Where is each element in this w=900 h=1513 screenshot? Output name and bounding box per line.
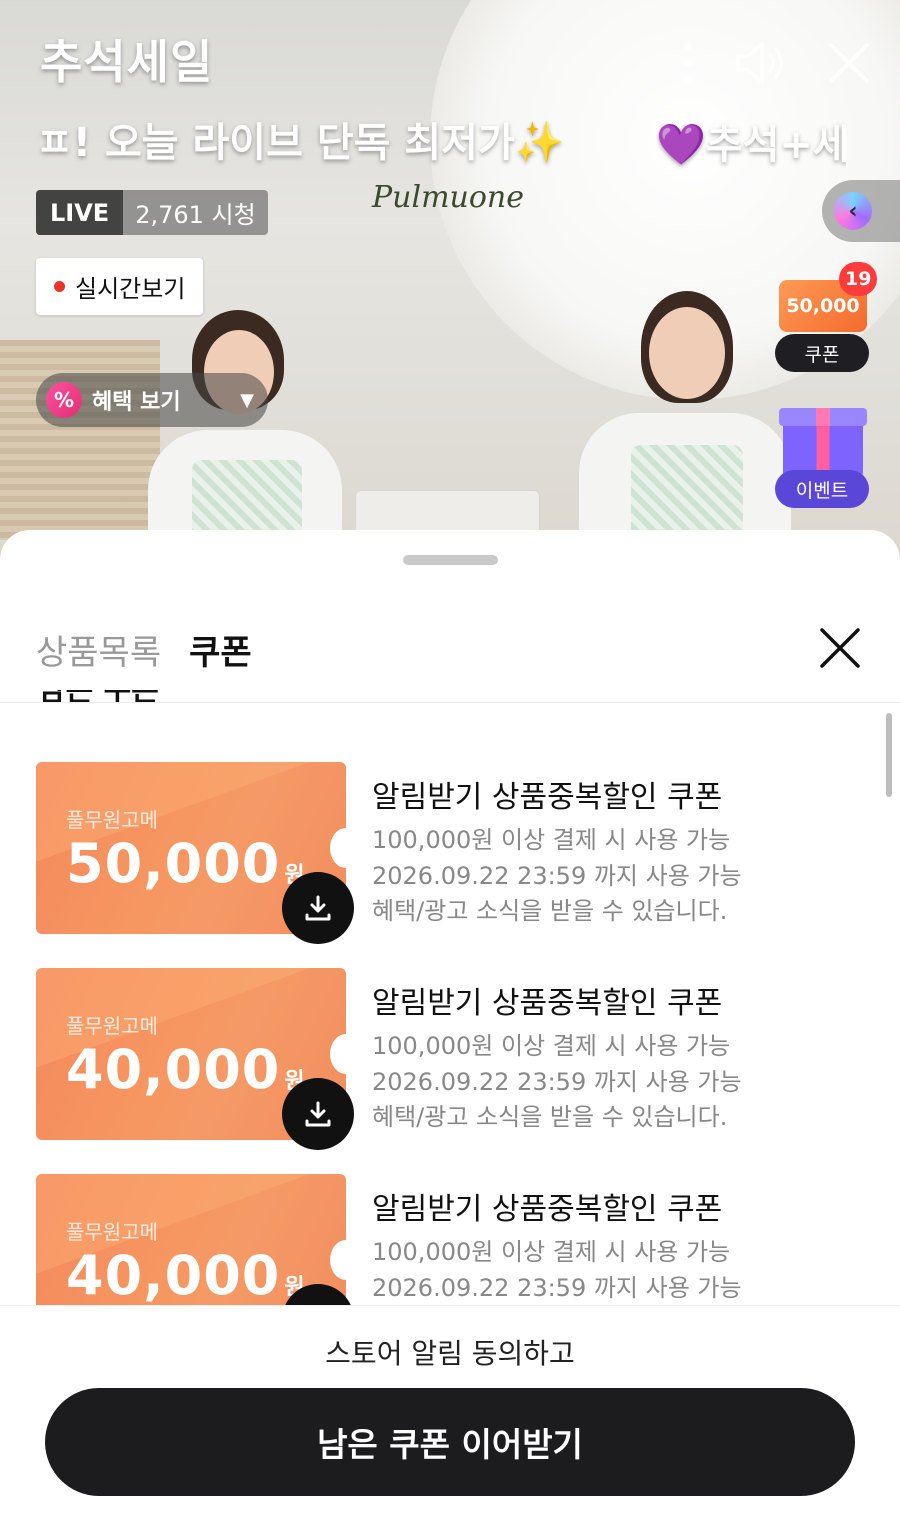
tab-divider [0,702,900,703]
benefit-view-button[interactable]: % 혜택 보기 ▼ [36,373,268,427]
gift-icon [779,408,867,478]
download-icon[interactable] [282,872,354,944]
tab-product-list[interactable]: 상품목록 [36,625,161,674]
event-widget[interactable]: 이벤트 [775,408,870,510]
event-title: 추석세일 [40,35,214,89]
side-panel-toggle[interactable]: ‹ [822,180,900,242]
coupon-item: 풀무원고메 40,000 원 알림받기 상품중복할인 쿠폰 100,000원 이상… [36,1174,856,1305]
sheet-drag-handle[interactable] [403,555,498,565]
coupon-title: 알림받기 상품중복할인 쿠폰 [372,986,723,1021]
sheet-tabs: 상품목록 쿠폰 [36,625,252,674]
live-label: LIVE [36,190,124,235]
coupon-amount: 40,000 원 [66,1038,306,1101]
benefit-view-label: 혜택 보기 [92,390,181,415]
coupon-note: 혜택/광고 소식을 받을 수 있습니다. [372,897,728,925]
event-widget-label: 이벤트 [775,470,869,508]
coupon-notch [330,828,362,868]
coupon-amount: 40,000 원 [66,1244,306,1305]
live-video[interactable]: Pulmuone 추석세일 ㅍ! 오늘 라이브 단독 최저가✨ 💜추석+세 LI… [0,0,900,560]
coupon-condition: 100,000원 이상 결제 시 사용 가능 [372,826,731,854]
close-icon[interactable] [828,42,870,84]
more-vertical-icon[interactable] [682,41,694,85]
sparkle-icon: ✨ [514,120,565,166]
coupon-sheet: 상품목록 쿠폰 남은 쿠폰 풀무원고메 50,000 원 알림받기 상품중복할인 … [0,530,900,1513]
coupon-expiry: 2026.09.22 23:59 까지 사용 가능 [372,1068,742,1096]
coupon-condition: 100,000원 이상 결제 시 사용 가능 [372,1032,731,1060]
coupon-list: 풀무원고메 50,000 원 알림받기 상품중복할인 쿠폰 100,000원 이상… [0,705,900,1305]
studio-blind [0,340,160,540]
receive-remaining-coupons-button[interactable]: 남은 쿠폰 이어받기 [45,1388,855,1496]
coupon-note: 혜택/광고 소식을 받을 수 있습니다. [372,1103,728,1131]
coupon-card: 풀무원고메 40,000 원 [36,1174,346,1305]
coupon-title: 알림받기 상품중복할인 쿠폰 [372,1192,723,1227]
live-badge: LIVE 2,761 시청 [36,190,268,235]
coupon-expiry: 2026.09.22 23:59 까지 사용 가능 [372,862,742,890]
tab-coupon[interactable]: 쿠폰 [189,625,252,674]
coupon-item: 풀무원고메 40,000 원 알림받기 상품중복할인 쿠폰 100,000원 이상… [36,968,856,1150]
sheet-footer: 스토어 알림 동의하고 남은 쿠폰 이어받기 [0,1305,900,1513]
coupon-brand: 풀무원고메 [66,1220,158,1244]
live-marquee-next: 💜추석+세 [656,122,846,168]
heart-icon: 💜 [656,122,706,168]
coupon-notch [330,1034,362,1074]
speaker-icon[interactable] [734,40,788,86]
realtime-view-button[interactable]: 실시간보기 [36,258,204,315]
host-left [140,300,350,560]
coupon-condition: 100,000원 이상 결제 시 사용 가능 [372,1238,731,1266]
coupon-widget-label: 쿠폰 [775,334,869,372]
chevron-left-icon: ‹ [834,192,872,230]
viewer-count: 2,761 시청 [135,201,256,229]
video-controls [682,40,870,86]
coupon-count-badge: 19 [839,262,878,296]
realtime-view-label: 실시간보기 [75,275,186,303]
caret-down-icon: ▼ [240,389,254,411]
close-icon[interactable] [818,626,862,670]
host-right [575,285,795,560]
coupon-brand: 풀무원고메 [66,1014,158,1038]
percent-icon: % [46,382,82,418]
coupon-notch [330,1240,362,1280]
store-alert-consent-text: 스토어 알림 동의하고 [325,1337,575,1370]
coupon-title: 알림받기 상품중복할인 쿠폰 [372,780,723,815]
download-icon[interactable] [282,1078,354,1150]
live-marquee: ㅍ! 오늘 라이브 단독 최저가✨ [36,120,565,166]
coupon-brand: 풀무원고메 [66,808,158,832]
brand-logo-text: Pulmuone [372,180,525,215]
live-dot-icon [54,281,65,292]
coupon-expiry: 2026.09.22 23:59 까지 사용 가능 [372,1274,742,1302]
coupon-amount: 50,000 원 [66,832,306,895]
coupon-item: 풀무원고메 50,000 원 알림받기 상품중복할인 쿠폰 100,000원 이상… [36,762,856,944]
coupon-widget[interactable]: 50,000 19 쿠폰 [775,262,878,374]
